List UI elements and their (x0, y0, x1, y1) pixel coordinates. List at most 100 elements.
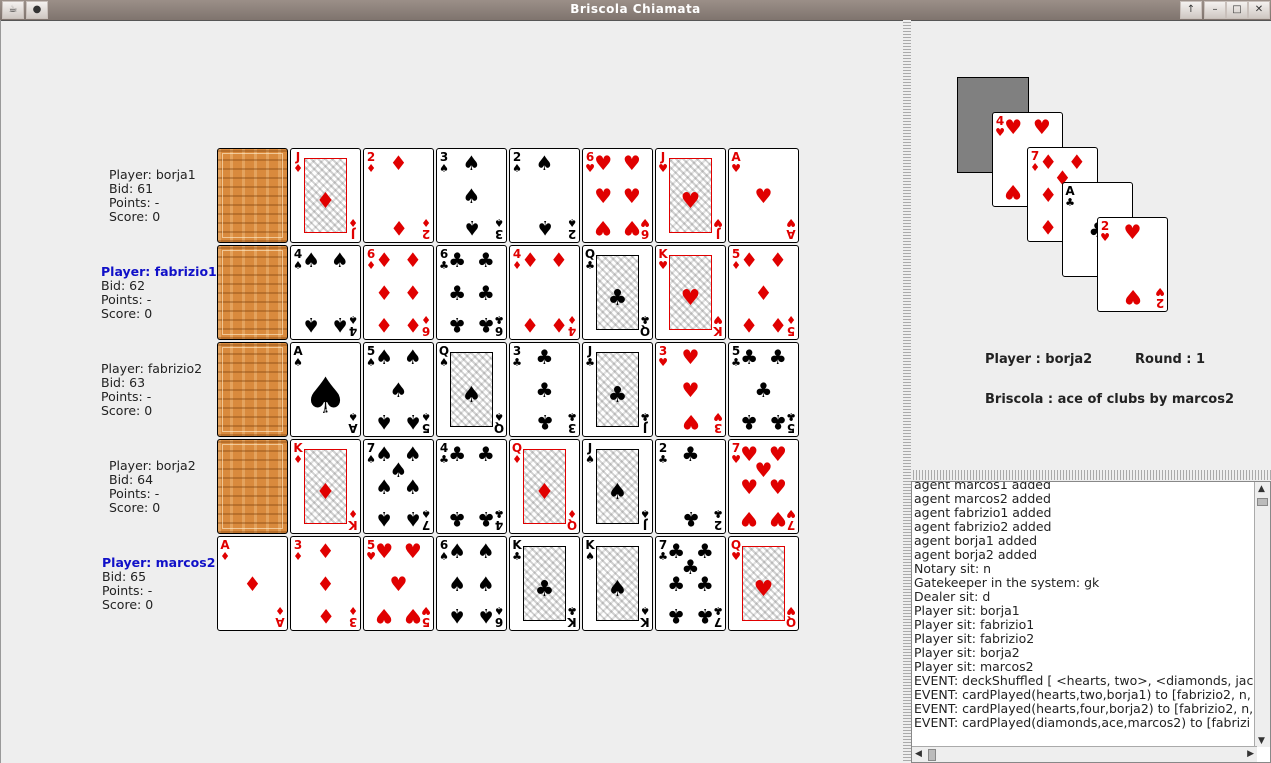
card-back[interactable] (217, 245, 288, 340)
briscola-label: Briscola : ace of clubs by marcos2 (985, 392, 1235, 407)
card-7-clubs[interactable]: 7 ♣ 7 ♣ ♣ ♣ ♣ ♣ ♣ ♣ ♣ (655, 536, 726, 631)
player-info-marcos2: Player: marcos2 Bid: 65 Points: - Score:… (102, 556, 215, 612)
card-2-clubs[interactable]: 2 ♣ 2 ♣ ♣ ♣ (655, 439, 726, 534)
card-2-spades[interactable]: 2 ♠ 2 ♠ ♠ ♠ (509, 148, 580, 243)
player-name: Player: fabrizio1 (101, 264, 217, 279)
player-bid: Bid: 62 (101, 278, 146, 293)
court-figure: ♦ (304, 158, 347, 233)
card-J-clubs[interactable]: J ♣ J ♣ ♣ (582, 342, 653, 437)
player-points: Points: - (109, 195, 160, 210)
card-Q-spades[interactable]: Q ♠ Q ♠ ♠ (436, 342, 507, 437)
card-Q-diamonds[interactable]: Q ♦ Q ♦ ♦ (509, 439, 580, 534)
card-J-spades[interactable]: J ♠ J ♠ ♠ (582, 439, 653, 534)
player-name: Player: borja1 (109, 167, 196, 182)
player-bid: Bid: 61 (109, 181, 154, 196)
card-K-clubs[interactable]: K ♣ K ♣ ♣ (509, 536, 580, 631)
player-info-fabrizio2: Player: fabrizio2 Bid: 63 Points: - Scor… (101, 362, 202, 418)
log-line: Player sit: fabrizio1 (914, 617, 1035, 632)
current-player-label: Player : borja2 (985, 352, 1093, 367)
log-line: Player sit: marcos2 (914, 659, 1034, 674)
card-3-spades[interactable]: 3 ♠ 3 ♠ ♠ ♠ ♠ (436, 148, 507, 243)
minimize-icon[interactable]: – (1204, 1, 1226, 19)
scroll-right-icon[interactable]: ▶ (1247, 749, 1254, 759)
round-label: Round : 1 (1135, 352, 1206, 367)
player-score: Score: 0 (102, 597, 154, 612)
player-score: Score: 0 (109, 209, 161, 224)
scroll-down-icon[interactable]: ▼ (1258, 736, 1265, 746)
player-score: Score: 0 (109, 500, 161, 515)
card-back[interactable] (217, 439, 288, 534)
log-line: EVENT: cardPlayed(hearts,four,borja2) to… (914, 701, 1254, 716)
vertical-splitter[interactable] (903, 20, 911, 763)
scroll-up-icon[interactable]: ▲ (1258, 484, 1265, 494)
left-border (0, 20, 1, 763)
player-points: Points: - (101, 292, 152, 307)
court-figure: ♠ (596, 449, 639, 524)
card-6-hearts[interactable]: 6 ♥ 6 ♥ ♥ ♥ ♥ ♥ ♥ ♥ (582, 148, 653, 243)
card-3-clubs[interactable]: 3 ♣ 3 ♣ ♣ ♣ ♣ (509, 342, 580, 437)
card-back[interactable] (217, 148, 288, 243)
card-5-diamonds[interactable]: 5 ♦ 5 ♦ ♦ ♦ ♦ ♦ ♦ (728, 245, 799, 340)
card-K-spades[interactable]: K ♠ K ♠ ♠ (582, 536, 653, 631)
log-line: EVENT: cardPlayed(diamonds,ace,marcos2) … (914, 715, 1251, 730)
card-K-diamonds[interactable]: K ♦ K ♦ ♦ (290, 439, 361, 534)
player-points: Points: - (102, 583, 153, 598)
log-line: agent fabrizio1 added (914, 505, 1052, 520)
card-6-diamonds[interactable]: 6 ♦ 6 ♦ ♦ ♦ ♦ ♦ ♦ ♦ (363, 245, 434, 340)
event-log[interactable]: agent marcos1 added agent marcos2 added ag… (911, 481, 1271, 763)
card-4-clubs[interactable]: 4 ♣ 4 ♣ ♣ ♣ ♣ ♣ (436, 439, 507, 534)
log-line: EVENT: deckShuffled [ <hearts, two>, <di… (914, 673, 1261, 688)
card-3-diamonds[interactable]: 3 ♦ 3 ♦ ♦ ♦ ♦ (290, 536, 361, 631)
card-7-spades[interactable]: 7 ♠ 7 ♠ ♠ ♠ ♠ ♠ ♠ ♠ ♠ (363, 439, 434, 534)
player-score: Score: 0 (101, 403, 153, 418)
player-info-borja1: Player: borja1 Bid: 61 Points: - Score: … (109, 168, 196, 224)
player-name: Player: borja2 (109, 458, 196, 473)
card-5-spades[interactable]: 5 ♠ 5 ♠ ♠ ♠ ♠ ♠ ♠ (363, 342, 434, 437)
card-A-diamonds[interactable]: A ♦ A ♦ ♦ (217, 536, 288, 631)
player-name: Player: marcos2 (102, 555, 216, 570)
card-Q-hearts[interactable]: Q ♥ Q ♥ ♥ (728, 536, 799, 631)
maximize-icon[interactable]: □ (1226, 1, 1248, 19)
played-card-2-hearts[interactable]: 2 ♥ 2 ♥ ♥ ♥ (1097, 217, 1168, 312)
arrow-up-icon[interactable]: ↑ (1180, 1, 1202, 19)
card-6-spades[interactable]: 6 ♠ 6 ♠ ♠ ♠ ♠ ♠ ♠ ♠ (436, 536, 507, 631)
court-figure: ♣ (596, 255, 639, 330)
scroll-thumb[interactable] (928, 749, 936, 761)
window-title: Briscola Chiamata (570, 2, 701, 16)
horizontal-splitter[interactable] (911, 470, 1271, 480)
log-line: agent marcos2 added (914, 491, 1051, 506)
scroll-left-icon[interactable]: ◀ (915, 749, 922, 759)
player-bid: Bid: 65 (102, 569, 147, 584)
log-line: agent fabrizio2 added (914, 519, 1052, 534)
player-name: Player: fabrizio2 (101, 361, 203, 376)
card-4-spades[interactable]: 4 ♠ 4 ♠ ♠ ♠ ♠ ♠ (290, 245, 361, 340)
card-5-hearts[interactable]: 5 ♥ 5 ♥ ♥ ♥ ♥ ♥ ♥ (363, 536, 434, 631)
card-A-hearts[interactable]: A ♥ A ♥ ♥ (728, 148, 799, 243)
player-bid: Bid: 63 (101, 375, 146, 390)
court-figure: ♦ (523, 449, 566, 524)
player-bid: Bid: 64 (109, 472, 154, 487)
card-J-diamonds[interactable]: J ♦ J ♦ ♦ (290, 148, 361, 243)
card-Q-clubs[interactable]: Q ♣ Q ♣ ♣ (582, 245, 653, 340)
card-6-clubs[interactable]: 6 ♣ 6 ♣ ♣ ♣ ♣ ♣ ♣ ♣ (436, 245, 507, 340)
card-4-diamonds[interactable]: 4 ♦ 4 ♦ ♦ ♦ ♦ ♦ (509, 245, 580, 340)
card-back[interactable] (217, 342, 288, 437)
card-2-diamonds[interactable]: 2 ♦ 2 ♦ ♦ ♦ (363, 148, 434, 243)
court-figure: ♣ (523, 546, 566, 621)
log-line: agent borja1 added (914, 533, 1038, 548)
log-vertical-scrollbar[interactable]: ▲ ▼ (1254, 482, 1270, 747)
scroll-thumb[interactable] (1257, 498, 1268, 506)
card-7-hearts[interactable]: 7 ♥ 7 ♥ ♥ ♥ ♥ ♥ ♥ ♥ ♥ (728, 439, 799, 534)
close-icon[interactable]: ✕ (1248, 1, 1270, 19)
log-horizontal-scrollbar[interactable]: ◀ ▶ (912, 746, 1257, 762)
card-3-hearts[interactable]: 3 ♥ 3 ♥ ♥ ♥ ♥ (655, 342, 726, 437)
card-K-hearts[interactable]: K ♥ K ♥ ♥ (655, 245, 726, 340)
log-line: Player sit: borja2 (914, 645, 1020, 660)
log-line: Player sit: borja1 (914, 603, 1020, 618)
card-A-spades[interactable]: A ♠ A ♠ ♠ GPL (290, 342, 361, 437)
court-figure: ♥ (669, 158, 712, 233)
card-5-clubs[interactable]: 5 ♣ 5 ♣ ♣ ♣ ♣ ♣ ♣ (728, 342, 799, 437)
court-figure: ♠ (596, 546, 639, 621)
log-line: Dealer sit: d (914, 589, 991, 604)
card-J-hearts[interactable]: J ♥ J ♥ ♥ (655, 148, 726, 243)
